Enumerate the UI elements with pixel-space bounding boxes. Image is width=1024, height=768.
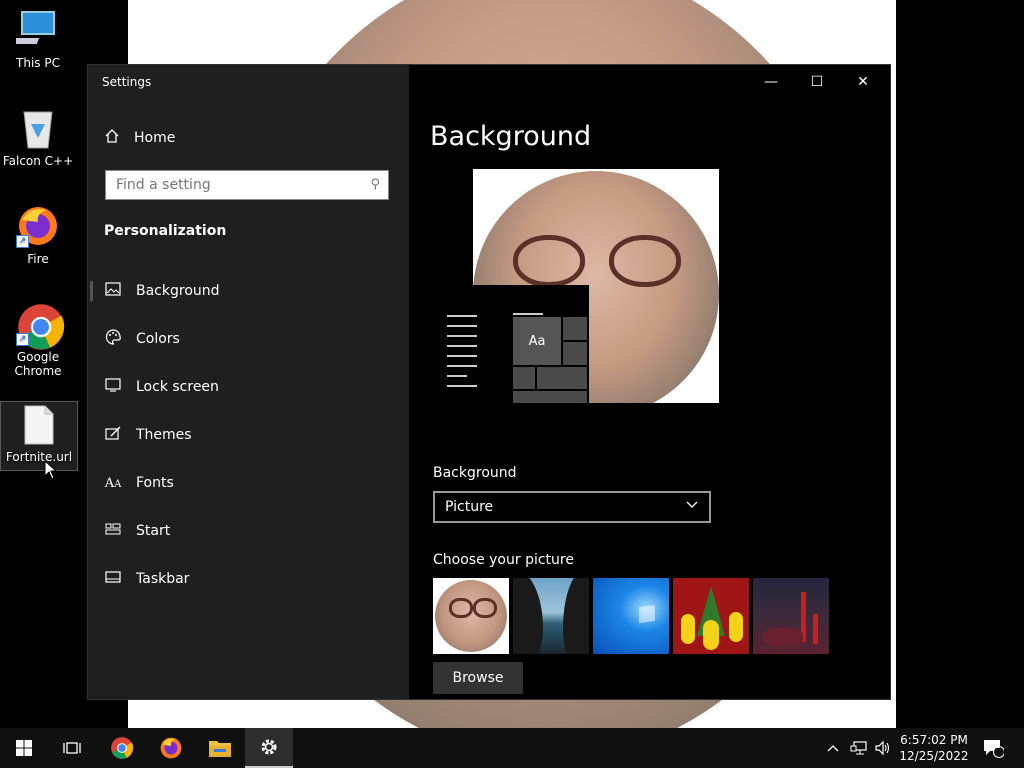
thumbnail-windows-blue[interactable] bbox=[593, 578, 669, 654]
network-status[interactable] bbox=[850, 728, 868, 768]
chevron-up-icon bbox=[827, 745, 839, 752]
desktop-icon-fire[interactable]: ↗ Fire bbox=[0, 204, 76, 274]
page-title: Background bbox=[430, 121, 592, 152]
sidebar-item-label: Taskbar bbox=[136, 571, 190, 587]
sidebar-item-label: Lock screen bbox=[136, 379, 219, 395]
chevron-down-icon bbox=[685, 497, 699, 515]
windows-logo-icon bbox=[16, 740, 32, 756]
file-icon bbox=[17, 402, 61, 446]
sidebar-item-label: Start bbox=[136, 523, 171, 539]
thumbnail-face-photo[interactable] bbox=[433, 578, 509, 654]
notification-count: 1 bbox=[995, 741, 1001, 751]
sidebar-item-colors[interactable]: Colors bbox=[88, 317, 409, 361]
task-view-icon bbox=[63, 742, 81, 754]
clock-date: 12/25/2022 bbox=[899, 749, 969, 763]
desktop-icon-this-pc[interactable]: This PC bbox=[0, 8, 76, 78]
volume-control[interactable] bbox=[874, 728, 892, 768]
picture-icon bbox=[104, 282, 122, 300]
sidebar-item-label: Fonts bbox=[136, 475, 174, 491]
shortcut-arrow-icon: ↗ bbox=[16, 235, 29, 248]
desktop-icon-label: Falcon C++ bbox=[2, 154, 74, 168]
desktop-icon-label: This PC bbox=[16, 56, 60, 70]
section-title: Personalization bbox=[104, 223, 227, 239]
taskbar: 6:57:02 PM 12/25/2022 1 bbox=[0, 728, 1024, 768]
home-icon bbox=[104, 129, 120, 147]
desktop-icon-label: Fire bbox=[27, 252, 49, 266]
recycle-bin-icon bbox=[16, 106, 60, 150]
search-input[interactable] bbox=[106, 171, 366, 199]
taskbar-file-explorer[interactable] bbox=[196, 728, 244, 768]
clock-time: 6:57:02 PM bbox=[900, 733, 968, 747]
settings-content-pane: — ☐ ✕ Background Aa Background Picture C… bbox=[409, 65, 890, 699]
taskbar-firefox[interactable] bbox=[147, 728, 195, 768]
background-preview: Aa bbox=[439, 169, 725, 405]
computer-icon bbox=[12, 8, 60, 52]
speaker-icon bbox=[875, 740, 890, 756]
sidebar-item-taskbar[interactable]: Taskbar bbox=[88, 557, 409, 601]
thumbnail-beach-cave[interactable] bbox=[513, 578, 589, 654]
preview-glasses bbox=[513, 235, 689, 291]
palette-icon bbox=[104, 329, 122, 349]
firefox-icon: ↗ bbox=[16, 204, 60, 248]
network-icon bbox=[850, 741, 867, 755]
desktop-icon-label: Fortnite.url bbox=[5, 450, 73, 464]
preview-tile-aa: Aa bbox=[513, 317, 561, 365]
sidebar-item-themes[interactable]: Themes bbox=[88, 413, 409, 457]
fonts-icon: AA bbox=[104, 475, 122, 491]
firefox-icon bbox=[160, 737, 182, 759]
themes-icon bbox=[104, 426, 122, 444]
mouse-cursor-icon bbox=[44, 460, 58, 480]
desktop-icon-label: Google Chrome bbox=[14, 350, 62, 378]
desktop-icon-falcon[interactable]: Falcon C++ bbox=[0, 106, 76, 176]
chrome-icon bbox=[111, 737, 134, 759]
background-type-label: Background bbox=[433, 465, 517, 481]
sidebar-item-lock-screen[interactable]: Lock screen bbox=[88, 365, 409, 409]
file-explorer-icon bbox=[209, 741, 231, 757]
thumbnail-christmas-candles[interactable] bbox=[753, 578, 829, 654]
maximize-button[interactable]: ☐ bbox=[794, 65, 840, 99]
task-view-button[interactable] bbox=[48, 728, 96, 768]
sidebar-item-start[interactable]: Start bbox=[88, 509, 409, 553]
sidebar-item-label: Colors bbox=[136, 331, 180, 347]
shortcut-arrow-icon: ↗ bbox=[16, 333, 29, 346]
thumbnail-christmas-minions[interactable] bbox=[673, 578, 749, 654]
choose-picture-label: Choose your picture bbox=[433, 552, 574, 568]
settings-nav-pane: Settings Home ⚲ Personalization Backgrou… bbox=[88, 65, 409, 699]
lock-screen-icon bbox=[104, 378, 122, 396]
taskbar-icon bbox=[104, 571, 122, 587]
start-button[interactable] bbox=[0, 728, 48, 768]
search-icon[interactable]: ⚲ bbox=[370, 177, 380, 192]
preview-tiles: Aa bbox=[513, 317, 587, 403]
sidebar-item-background[interactable]: Background bbox=[88, 269, 409, 313]
browse-button[interactable]: Browse bbox=[433, 662, 523, 694]
settings-window: Settings Home ⚲ Personalization Backgrou… bbox=[87, 64, 891, 700]
chrome-icon: ↗ bbox=[16, 302, 65, 350]
preview-app-list bbox=[447, 315, 477, 395]
nav-home-link[interactable]: Home bbox=[104, 129, 175, 147]
nav-home-label: Home bbox=[134, 130, 176, 146]
taskbar-clock[interactable]: 6:57:02 PM 12/25/2022 bbox=[898, 732, 970, 764]
dropdown-value: Picture bbox=[445, 499, 494, 515]
desktop-icon-fortnite[interactable]: Fortnite.url bbox=[0, 401, 78, 471]
start-icon bbox=[104, 523, 122, 539]
window-title: Settings bbox=[102, 75, 152, 89]
taskbar-settings[interactable] bbox=[245, 728, 293, 768]
settings-icon bbox=[261, 739, 277, 755]
background-type-dropdown[interactable]: Picture bbox=[433, 491, 711, 523]
close-button[interactable]: ✕ bbox=[840, 65, 886, 99]
minimize-button[interactable]: — bbox=[748, 65, 794, 99]
sidebar-item-fonts[interactable]: AA Fonts bbox=[88, 461, 409, 505]
search-box: ⚲ bbox=[105, 170, 389, 200]
preview-start-menu: Aa bbox=[439, 285, 589, 405]
sidebar-item-label: Background bbox=[136, 283, 220, 299]
taskbar-chrome[interactable] bbox=[98, 728, 146, 768]
desktop-icon-chrome[interactable]: ↗ Google Chrome bbox=[0, 302, 76, 388]
action-center-button[interactable]: 1 bbox=[982, 728, 1004, 768]
show-hidden-icons[interactable] bbox=[826, 728, 840, 768]
sidebar-item-label: Themes bbox=[136, 427, 192, 443]
